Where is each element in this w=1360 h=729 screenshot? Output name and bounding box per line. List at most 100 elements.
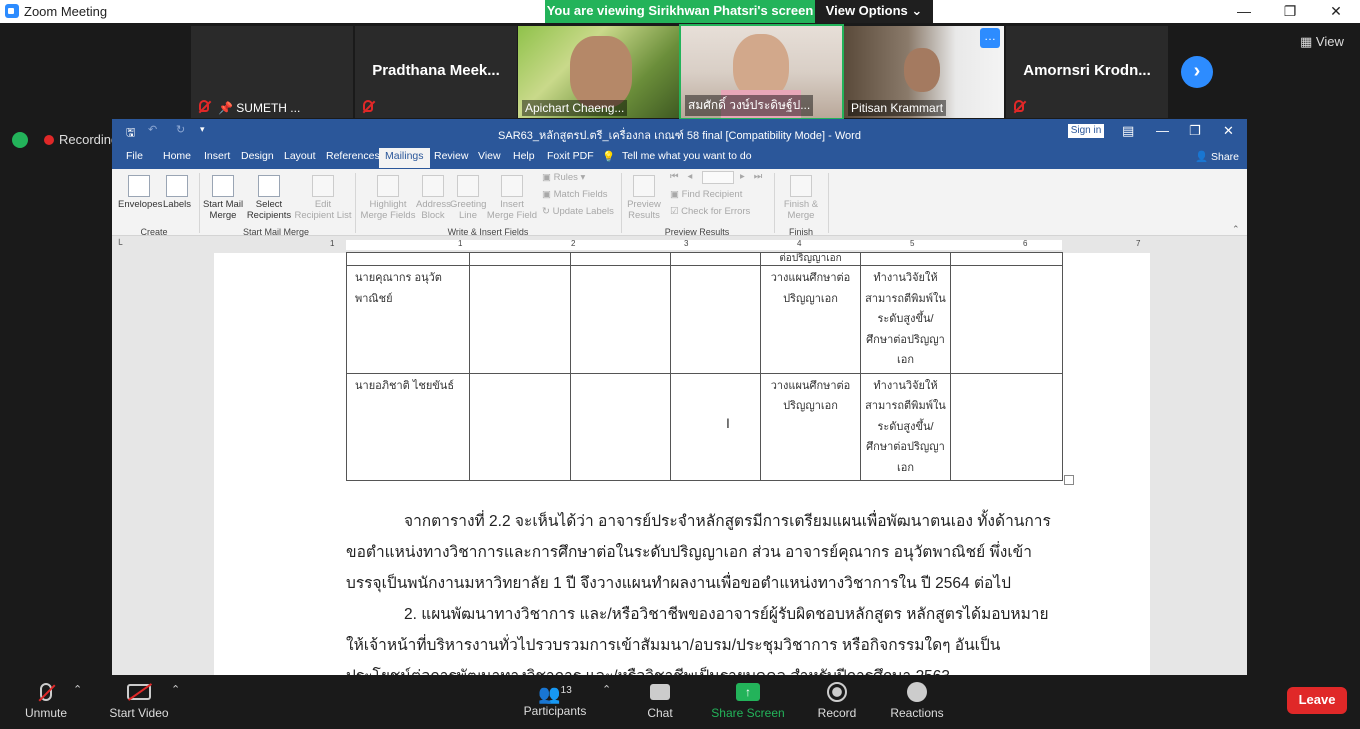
tab-file[interactable]: File xyxy=(126,150,143,162)
body-paragraph[interactable]: 2. แผนพัฒนาทางวิชาการ และ/หรือวิชาชีพของ… xyxy=(346,599,1062,675)
tab-help[interactable]: Help xyxy=(513,150,535,162)
table-cell xyxy=(570,252,671,266)
table-cell xyxy=(670,372,761,481)
record-navigation-icon[interactable]: ⏮◂ xyxy=(670,171,701,182)
highlight-merge-fields-button[interactable]: Highlight Merge Fields xyxy=(360,175,416,222)
address-block-button[interactable]: Address Block xyxy=(416,175,451,222)
participants-count: 13 xyxy=(560,685,572,696)
close-icon[interactable]: ✕ xyxy=(1223,123,1234,139)
edit-recipient-list-button[interactable]: Edit Recipient List xyxy=(294,175,352,222)
insert-field-icon xyxy=(501,175,523,197)
sign-in-button[interactable]: Sign in xyxy=(1068,124,1104,138)
word-titlebar: 🖫 ↶ ↻ ▾ SAR63_หลักสูตรป.ตรี_เครื่องกล เก… xyxy=(112,119,1247,145)
share-button[interactable]: 👤 Share xyxy=(1195,150,1239,163)
tab-foxit-pdf[interactable]: Foxit PDF xyxy=(547,150,594,162)
preview-results-button[interactable]: Preview Results xyxy=(624,175,664,222)
tell-me-box[interactable]: Tell me what you want to do xyxy=(622,150,752,162)
collapse-ribbon-icon[interactable]: ⌃ xyxy=(1232,224,1240,235)
minimize-icon[interactable]: — xyxy=(1156,123,1169,138)
tab-view[interactable]: View xyxy=(478,150,501,162)
participants-button[interactable]: 👥13 Participants xyxy=(520,680,590,718)
edit-recipient-list-label: Edit Recipient List xyxy=(294,199,352,221)
share-screen-button[interactable]: ↑ Share Screen xyxy=(710,680,786,720)
find-recipient-button[interactable]: ▣ Find Recipient xyxy=(670,189,742,200)
participant-tile[interactable]: 📌 SUMETH ... xyxy=(191,26,353,118)
next-page-arrow-icon[interactable]: › xyxy=(1181,56,1213,88)
unmute-label: Unmute xyxy=(24,706,68,720)
record-number-field[interactable] xyxy=(702,171,734,184)
tab-layout[interactable]: Layout xyxy=(284,150,316,162)
record-button[interactable]: Record xyxy=(810,680,864,720)
horizontal-ruler[interactable]: 1 1 2 3 4 5 6 7 xyxy=(212,239,1247,251)
group-preview-results: Preview Results xyxy=(664,227,730,237)
participant-tile[interactable]: Amornsri Krodn... xyxy=(1006,26,1168,118)
labels-button[interactable]: Labels xyxy=(160,175,194,211)
text-cursor-icon: I xyxy=(726,415,730,431)
check-for-errors-button[interactable]: ☑ Check for Errors xyxy=(670,206,750,217)
ruler-number: 1 xyxy=(458,239,463,248)
participant-tile[interactable]: Pradthana Meek... xyxy=(355,26,517,118)
ruler-number: 7 xyxy=(1136,239,1141,248)
tab-home[interactable]: Home xyxy=(163,150,191,162)
insert-merge-field-button[interactable]: Insert Merge Field xyxy=(486,175,538,222)
ruler-number: 5 xyxy=(910,239,915,248)
restore-icon[interactable]: ❐ xyxy=(1267,0,1313,23)
tab-selector-icon[interactable]: └ xyxy=(116,239,122,249)
table-cell xyxy=(950,252,1063,266)
start-video-button[interactable]: Start Video xyxy=(104,680,174,720)
participant-video-tile[interactable]: … Pitisan Krammart xyxy=(844,26,1004,118)
participant-video-tile[interactable]: Apichart Chaeng... xyxy=(518,26,679,118)
audio-options-chevron-icon[interactable]: ⌃ xyxy=(73,683,82,696)
match-fields-label: Match Fields xyxy=(553,189,608,200)
group-create: Create xyxy=(140,227,168,237)
table-cell xyxy=(469,265,571,374)
recording-label: Recording xyxy=(59,132,119,147)
leave-button[interactable]: Leave xyxy=(1287,687,1347,714)
record-navigation-end-icon[interactable]: ▸⏭ xyxy=(740,171,771,182)
view-options-button[interactable]: View Options ⌄ xyxy=(815,0,933,23)
envelopes-button[interactable]: Envelopes xyxy=(118,175,162,211)
viewing-banner: You are viewing Sirikhwan Phatsri's scre… xyxy=(545,0,815,23)
tab-design[interactable]: Design xyxy=(241,150,274,162)
start-mail-merge-button[interactable]: Start Mail Merge xyxy=(202,175,244,222)
share-screen-icon: ↑ xyxy=(736,683,760,701)
tab-references[interactable]: References xyxy=(326,150,380,162)
tab-insert[interactable]: Insert xyxy=(204,150,230,162)
greeting-line-button[interactable]: Greeting Line xyxy=(450,175,486,222)
more-options-icon[interactable]: … xyxy=(980,28,1000,48)
reactions-button[interactable]: Reactions xyxy=(884,680,950,720)
table-cell-name: นายคุณากร อนุวัตพาณิชย์ xyxy=(346,265,470,374)
ruler-number: 6 xyxy=(1023,239,1028,248)
ribbon-display-icon[interactable]: ▤ xyxy=(1122,123,1134,139)
rules-button[interactable]: ▣ Rules ▾ xyxy=(542,172,585,183)
participant-name: Amornsri Krodn... xyxy=(1023,62,1151,79)
record-label: Record xyxy=(817,706,857,720)
muted-mic-icon xyxy=(38,683,56,702)
finish-icon xyxy=(790,175,812,197)
video-options-chevron-icon[interactable]: ⌃ xyxy=(171,683,180,696)
table-cell-goal: ทำงานวิจัยให้สามารถตีพิมพ์ในระดับสูงขึ้น… xyxy=(860,372,951,481)
restore-icon[interactable]: ❐ xyxy=(1189,123,1201,139)
tab-review[interactable]: Review xyxy=(434,150,468,162)
close-icon[interactable]: ✕ xyxy=(1313,0,1359,23)
tab-mailings[interactable]: Mailings xyxy=(379,148,430,168)
participant-label: Apichart Chaeng... xyxy=(522,100,628,116)
select-recipients-button[interactable]: Select Recipients xyxy=(246,175,292,222)
unmute-button[interactable]: Unmute xyxy=(18,680,74,720)
update-labels-button[interactable]: ↻ Update Labels xyxy=(542,206,614,217)
participant-face xyxy=(904,48,940,92)
chat-button[interactable]: Chat xyxy=(635,680,685,720)
view-button[interactable]: ▦ View xyxy=(1300,34,1344,50)
participant-video-tile-active[interactable]: สมศักดิ์ วงษ์ประดิษฐ์ป... xyxy=(679,24,844,120)
participants-chevron-icon[interactable]: ⌃ xyxy=(602,683,611,696)
minimize-icon[interactable]: — xyxy=(1221,0,1267,23)
rules-label: Rules xyxy=(553,172,578,183)
body-paragraph[interactable]: จากตารางที่ 2.2 จะเห็นได้ว่า อาจารย์ประจ… xyxy=(346,506,1062,599)
match-fields-button[interactable]: ▣ Match Fields xyxy=(542,189,607,200)
document-page[interactable]: ต่อปริญญาเอก นายคุณากร อนุวัตพาณิชย์ วาง… xyxy=(214,252,1150,675)
ribbon-separator xyxy=(199,173,200,233)
table-resize-handle[interactable] xyxy=(1064,475,1074,485)
table-cell: ต่อปริญญาเอก xyxy=(760,252,861,266)
group-start-mail-merge: Start Mail Merge xyxy=(242,227,310,237)
finish-merge-button[interactable]: Finish & Merge xyxy=(778,175,824,222)
